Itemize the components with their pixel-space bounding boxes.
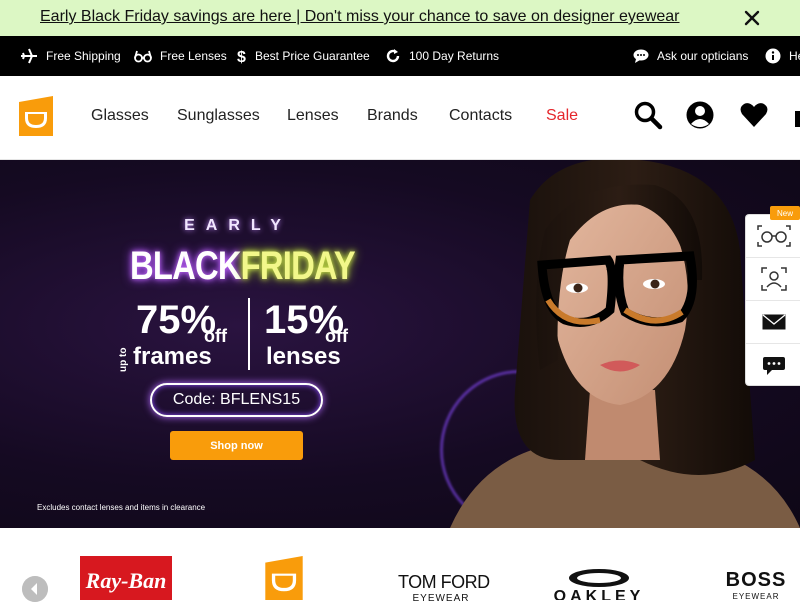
dollar-icon: $ bbox=[237, 49, 246, 65]
info-icon bbox=[765, 48, 781, 64]
chat-icon bbox=[762, 356, 785, 375]
usp-returns[interactable]: 100 Day Returns bbox=[385, 36, 499, 76]
hero-disclaimer: Excludes contact lenses and items in cle… bbox=[37, 503, 206, 512]
floating-tools bbox=[745, 214, 800, 386]
ask-label: Ask our opticians bbox=[657, 49, 749, 63]
usp-label: Free Lenses bbox=[160, 49, 227, 63]
hero-title-black: BLACK bbox=[130, 244, 242, 288]
usp-label: Best Price Guarantee bbox=[255, 49, 370, 63]
hero-eyebrow: EARLY bbox=[184, 217, 292, 234]
lenses-label: lenses bbox=[266, 343, 341, 370]
brand-oakley[interactable]: OAKLEY bbox=[553, 568, 645, 600]
usp-bar: Free Shipping Free Lenses $ Best Price G… bbox=[0, 36, 800, 76]
brand-glasses-direct[interactable] bbox=[265, 556, 303, 600]
brand-rayban[interactable]: Ray-Ban bbox=[80, 556, 172, 600]
airplane-icon bbox=[21, 48, 37, 64]
hero-banner[interactable]: EARLY BLACKFRIDAY up to 75% off frames 1… bbox=[0, 160, 800, 528]
heart-icon[interactable] bbox=[739, 100, 769, 130]
brand-tom-ford[interactable]: TOM FORD EYEWEAR bbox=[398, 572, 490, 604]
promo-link[interactable]: Early Black Friday savings are here | Do… bbox=[40, 8, 680, 26]
virtual-try-on-button[interactable] bbox=[746, 215, 800, 258]
email-button[interactable] bbox=[746, 301, 800, 344]
chat-bubble-icon bbox=[633, 49, 649, 63]
logo-icon[interactable] bbox=[19, 96, 53, 136]
brand-boss[interactable]: BOSS EYEWEAR bbox=[724, 569, 788, 601]
face-scan-icon bbox=[760, 267, 787, 291]
nav-glasses[interactable]: Glasses bbox=[91, 107, 149, 125]
up-to-label: up to bbox=[118, 347, 129, 372]
virtual-try-on-icon bbox=[756, 225, 791, 247]
brand-boss-text: BOSS bbox=[725, 569, 787, 591]
refresh-icon bbox=[386, 49, 400, 63]
face-scan-button[interactable] bbox=[746, 258, 800, 301]
hero-title-friday: FRIDAY bbox=[240, 244, 356, 288]
chat-button[interactable] bbox=[746, 344, 800, 387]
main-header: Glasses Sunglasses Lenses Brands Contact… bbox=[0, 76, 800, 160]
brand-oakley-text: OAKLEY bbox=[554, 588, 645, 600]
glasses-icon bbox=[134, 50, 152, 63]
brands-carousel: Ray-Ban TOM FORD EYEWEAR OAKLEY BOSS EYE… bbox=[0, 528, 800, 604]
cart-icon[interactable] bbox=[792, 100, 800, 130]
email-icon bbox=[762, 314, 785, 330]
nav-brands[interactable]: Brands bbox=[367, 107, 418, 125]
new-badge: New bbox=[770, 206, 800, 220]
usp-label: Free Shipping bbox=[46, 49, 121, 63]
usp-label: 100 Day Returns bbox=[409, 49, 500, 63]
chevron-left-icon[interactable] bbox=[22, 576, 48, 602]
promo-code: Code: BFLENS15 bbox=[150, 383, 323, 417]
brand-tom-ford-sub: EYEWEAR bbox=[412, 593, 470, 604]
help-label: He bbox=[789, 49, 800, 63]
account-icon[interactable] bbox=[685, 100, 715, 130]
usp-price-guarantee[interactable]: $ Best Price Guarantee bbox=[237, 36, 370, 76]
search-icon[interactable] bbox=[633, 100, 663, 130]
offer-divider bbox=[248, 298, 250, 370]
shop-now-button[interactable]: Shop now bbox=[170, 431, 303, 460]
hero-title: BLACKFRIDAY bbox=[130, 244, 356, 289]
brand-rayban-text: Ray-Ban bbox=[85, 568, 167, 593]
close-icon[interactable] bbox=[743, 9, 761, 27]
nav-sunglasses[interactable]: Sunglasses bbox=[177, 107, 260, 125]
nav-sale[interactable]: Sale bbox=[546, 107, 578, 125]
usp-free-lenses[interactable]: Free Lenses bbox=[134, 36, 227, 76]
promo-bar: Early Black Friday savings are here | Do… bbox=[0, 0, 800, 36]
help-link[interactable]: He bbox=[765, 36, 800, 76]
frames-label: frames bbox=[133, 343, 212, 370]
brand-tom-ford-text: TOM FORD bbox=[398, 572, 490, 592]
nav-contacts[interactable]: Contacts bbox=[449, 107, 512, 125]
usp-free-shipping[interactable]: Free Shipping bbox=[20, 36, 121, 76]
nav-lenses[interactable]: Lenses bbox=[287, 107, 339, 125]
svg-text:$: $ bbox=[237, 49, 246, 65]
ask-opticians-link[interactable]: Ask our opticians bbox=[633, 36, 748, 76]
